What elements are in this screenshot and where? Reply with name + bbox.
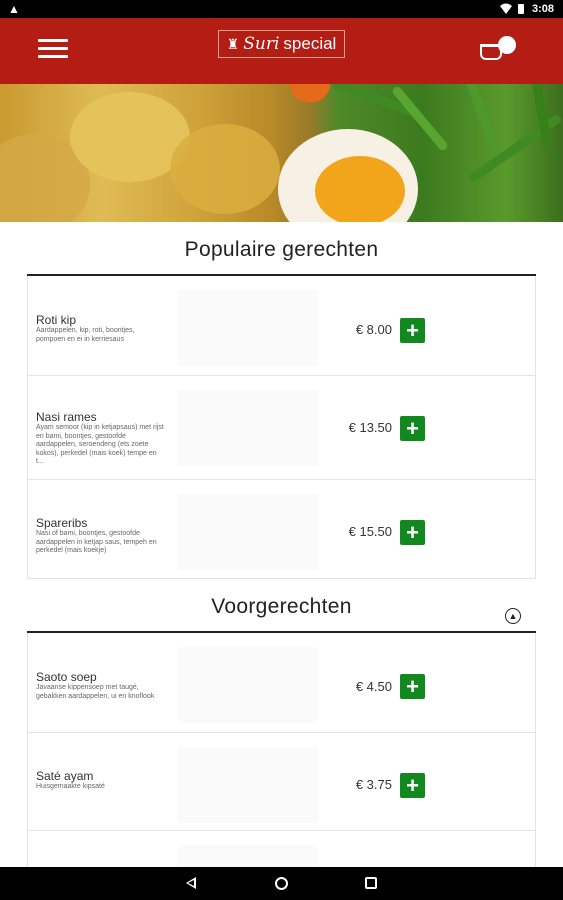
dish-card[interactable]: Nasi rames Ayam semoor (kip in ketjapsau… — [28, 376, 535, 480]
hamburger-menu-icon[interactable] — [38, 39, 68, 59]
add-to-cart-button[interactable]: + — [400, 416, 425, 441]
dish-image-placeholder — [178, 290, 318, 366]
dish-image-placeholder — [178, 494, 318, 570]
system-navigation-bar — [0, 867, 563, 900]
app-header: ♜ Suri special — [0, 18, 563, 84]
chevron-up-circle-icon[interactable]: ▲ — [505, 608, 521, 624]
battery-icon — [518, 4, 524, 14]
dish-card[interactable] — [28, 831, 535, 867]
dish-description: Huisgemaakte kipsaté — [36, 783, 105, 790]
recent-apps-square-icon[interactable] — [365, 877, 377, 889]
add-to-cart-button[interactable]: + — [400, 674, 425, 699]
dish-image-placeholder — [178, 845, 318, 867]
dish-card[interactable]: Saoto soep Javaanse kippensoep met taugé… — [28, 633, 535, 733]
dish-price: € 8.00 — [355, 322, 392, 337]
dish-image-placeholder — [178, 390, 318, 466]
dish-card[interactable]: Roti kip Aardappelen, kip, roti, boontje… — [28, 276, 535, 376]
back-triangle-icon[interactable] — [186, 877, 196, 889]
shopping-basket-icon[interactable] — [480, 36, 520, 66]
dish-price: € 13.50 — [348, 420, 392, 435]
logo-script-text: Suri — [243, 34, 280, 54]
popular-dishes-list: Roti kip Aardappelen, kip, roti, boontje… — [27, 276, 536, 579]
add-to-cart-button[interactable]: + — [400, 773, 425, 798]
dish-image-placeholder — [178, 647, 318, 723]
warning-icon: ▲ — [8, 2, 20, 16]
menu-content[interactable]: Populaire gerechten Roti kip Aardappelen… — [0, 222, 563, 867]
dish-description: Javaanse kippensoep met taugé, gebakken … — [36, 684, 155, 700]
starters-list: Saoto soep Javaanse kippensoep met taugé… — [27, 633, 536, 867]
dish-description: Ayam semoor (kip in ketjapsaus) met rijs… — [36, 424, 164, 465]
cart-badge — [498, 36, 516, 54]
dish-card[interactable]: Saté ayam Huisgemaakte kipsaté € 3.75 + — [28, 733, 535, 831]
dish-image-placeholder — [178, 747, 318, 823]
cook-figure-icon: ♜ — [226, 35, 240, 52]
add-to-cart-button[interactable]: + — [400, 520, 425, 545]
section-title-popular: Populaire gerechten — [184, 238, 379, 261]
dish-price: € 3.75 — [355, 777, 392, 792]
dish-price: € 15.50 — [348, 524, 392, 539]
hero-food-image — [0, 84, 563, 222]
wifi-icon — [500, 3, 512, 14]
status-bar: ▲ 3:08 — [0, 0, 563, 18]
dish-name: Saoto soep — [36, 670, 97, 684]
dish-price: € 4.50 — [355, 679, 392, 694]
dish-name: Spareribs — [36, 516, 88, 530]
dish-name: Nasi rames — [36, 410, 97, 424]
section-title-starters: Voorgerechten — [211, 595, 352, 618]
add-to-cart-button[interactable]: + — [400, 318, 425, 343]
dish-card[interactable]: Spareribs Nasi of bami, boontjes, gestoo… — [28, 480, 535, 578]
dish-name: Roti kip — [36, 313, 77, 327]
logo-text: special — [283, 34, 337, 53]
brand-logo[interactable]: ♜ Suri special — [218, 30, 345, 58]
dish-description: Nasi of bami, boontjes, gestoofde aardap… — [36, 530, 157, 554]
dish-name: Saté ayam — [36, 769, 94, 783]
dish-description: Aardappelen, kip, roti, boontjes, pompoe… — [36, 327, 135, 343]
status-time: 3:08 — [532, 3, 555, 15]
home-circle-icon[interactable] — [275, 877, 288, 890]
